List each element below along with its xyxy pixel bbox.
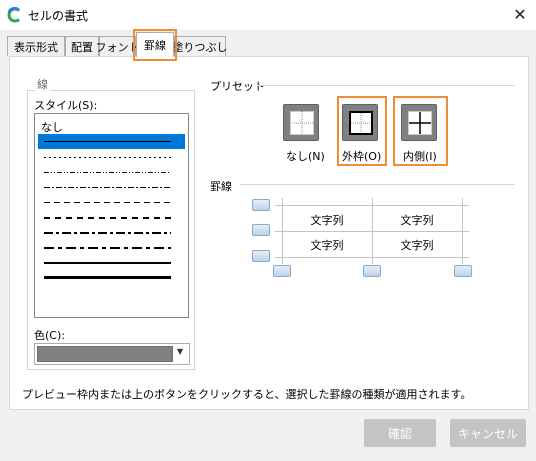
line-style-dashed[interactable]	[38, 195, 185, 210]
preview-cell: 文字列	[400, 239, 434, 252]
line-style-none[interactable]: なし	[41, 119, 63, 135]
cancel-button[interactable]: キャンセル	[450, 419, 526, 447]
line-style-dashed-sample	[44, 202, 171, 203]
color-picker[interactable]: ▼	[34, 343, 190, 365]
line-style-list[interactable]: なし	[34, 113, 189, 318]
title-bar: セルの書式 ✕	[0, 0, 536, 30]
app-logo-icon	[7, 7, 21, 23]
border-right-button[interactable]	[454, 265, 472, 277]
line-style-dotted[interactable]	[38, 150, 185, 165]
border-top-button[interactable]	[252, 199, 270, 211]
preview-cell: 文字列	[400, 214, 434, 227]
line-style-thick-solid[interactable]	[38, 270, 185, 285]
chevron-down-icon[interactable]: ▼	[177, 347, 183, 356]
tab-number-format[interactable]: 表示形式	[7, 36, 65, 56]
preview-cell: 文字列	[310, 214, 344, 227]
line-style-dash-dot-dot-sample	[44, 172, 171, 173]
color-label: 色(C):	[34, 329, 65, 342]
preview-cell: 文字列	[310, 239, 344, 252]
tab-font[interactable]: フォント	[96, 36, 140, 56]
description-text: プレビュー枠内または上のボタンをクリックすると、選択した罫線の種類が適用されます…	[22, 388, 472, 401]
border-caption: 罫線	[210, 180, 232, 193]
ok-button[interactable]: 確認	[364, 419, 436, 447]
line-style-dash-dot[interactable]	[38, 180, 185, 195]
preview-right-guide	[462, 198, 463, 264]
close-button[interactable]: ✕	[504, 0, 536, 28]
line-style-dotted-sample	[44, 157, 171, 158]
preview-center-guide	[372, 198, 373, 264]
tab-border-highlight	[133, 29, 177, 61]
border-inner-horizontal-button[interactable]	[252, 224, 270, 236]
preset-outline-highlight	[337, 96, 387, 166]
border-bottom-button[interactable]	[252, 250, 270, 262]
line-style-medium-dashed-sample	[44, 216, 171, 219]
border-divider	[240, 184, 515, 185]
line-style-dash-dot-dot[interactable]	[38, 165, 185, 180]
line-group-caption: 線	[35, 76, 50, 92]
line-style-medium-solid[interactable]	[38, 255, 185, 270]
window-title: セルの書式	[28, 9, 89, 23]
line-style-medium-dash-dot-sample	[44, 231, 171, 234]
line-style-medium-dash-dot[interactable]	[38, 225, 185, 240]
line-style-medium-dashed[interactable]	[38, 210, 185, 225]
preset-none-label: なし(N)	[286, 150, 325, 163]
preset-none-icon	[290, 111, 314, 135]
line-style-medium-dash-dot-2[interactable]	[38, 240, 185, 255]
border-inner-vertical-button[interactable]	[363, 265, 381, 277]
tab-fill[interactable]: 塗りつぶし	[172, 36, 228, 56]
line-style-dash-dot-sample	[44, 187, 171, 188]
tab-alignment[interactable]: 配置	[65, 36, 99, 56]
line-style-medium-dash-dot-2-sample	[44, 246, 171, 249]
preset-none-button[interactable]	[283, 104, 319, 141]
preset-caption: プリセット	[210, 80, 265, 93]
preview-left-guide	[282, 198, 283, 264]
color-swatch	[37, 346, 173, 362]
line-style-thin-solid[interactable]	[38, 134, 185, 149]
preset-inside-highlight	[393, 96, 448, 166]
border-left-button[interactable]	[273, 265, 291, 277]
preset-divider	[257, 85, 515, 86]
style-label: スタイル(S):	[34, 99, 98, 112]
